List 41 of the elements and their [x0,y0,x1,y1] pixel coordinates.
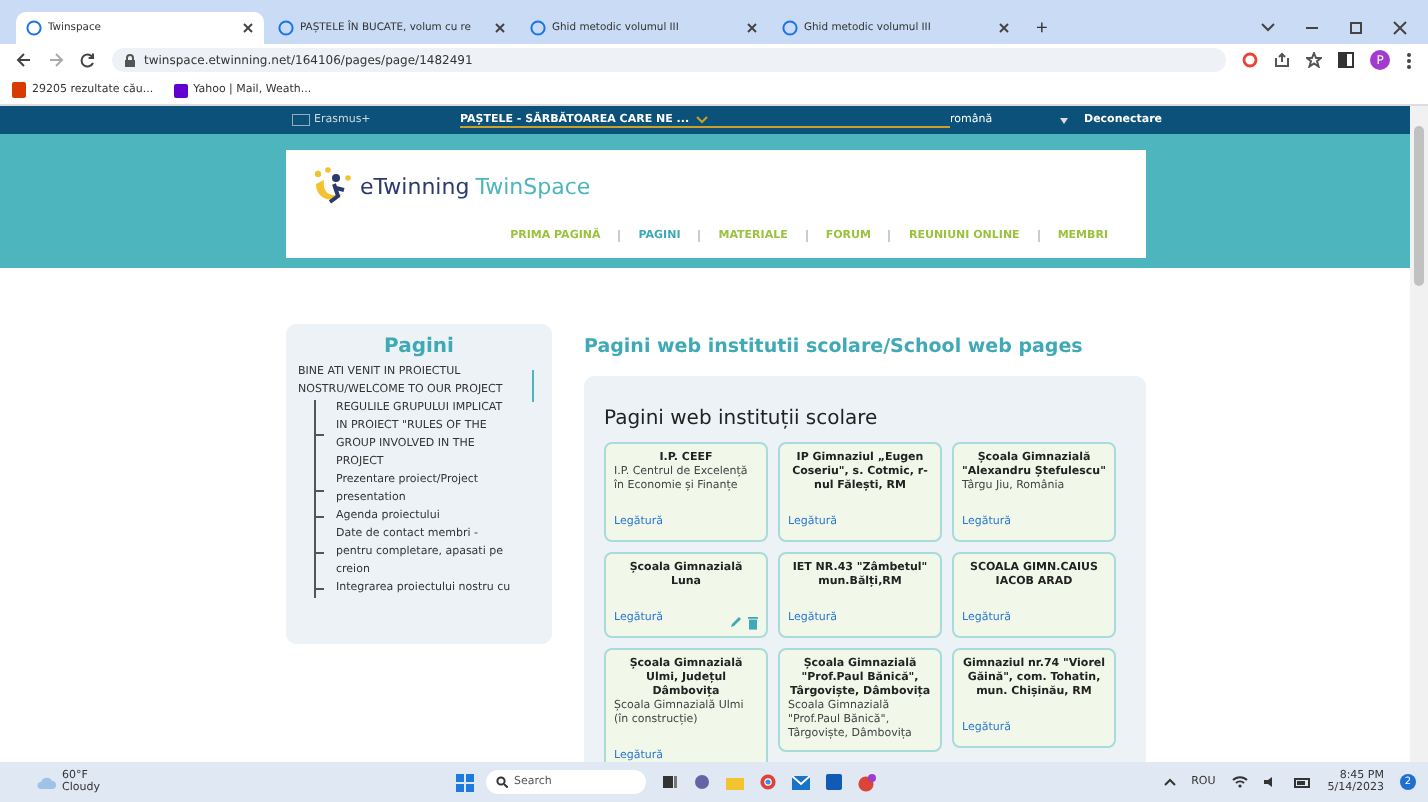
chevron-up-icon[interactable] [1163,778,1176,786]
new-tab-button[interactable]: + [1024,12,1060,44]
eu-flag-icon [292,114,310,126]
task-view-icon[interactable] [662,774,678,790]
back-icon[interactable] [16,52,32,68]
globe-icon [782,20,798,36]
chevron-down-icon[interactable] [695,115,708,123]
globe-icon [530,20,546,36]
etwinning-logo-icon[interactable] [310,166,354,206]
pencil-icon[interactable] [730,616,742,628]
reload-icon[interactable] [80,52,96,68]
close-icon[interactable] [242,22,254,34]
cloud-icon [36,775,56,789]
speaker-icon[interactable] [1263,776,1278,788]
sidebar-title: Pagini [382,336,456,358]
windows-start-icon[interactable] [456,773,474,791]
chevron-down-icon[interactable] [1260,22,1276,34]
lock-icon [124,53,136,67]
globe-icon [26,20,42,36]
chrome-icon[interactable] [760,774,776,790]
dropdown-caret-icon[interactable] [1060,117,1068,123]
battery-icon[interactable] [1293,777,1312,787]
share-icon[interactable] [1274,52,1290,68]
mail-icon[interactable] [792,775,810,789]
minimize-icon[interactable] [1304,22,1320,34]
panel-heading: Pagini web instituții scolare [604,408,880,430]
close-icon[interactable] [998,22,1010,34]
close-icon[interactable] [494,22,506,34]
more-icon[interactable] [1406,51,1412,69]
globe-icon [278,20,294,36]
wifi-icon[interactable] [1231,776,1248,788]
close-icon[interactable] [1392,20,1408,36]
page-title: Pagini web institutii scolare/School web pages [584,336,1085,358]
search-icon [496,776,508,788]
etwinning-wordmark: eTwinning [360,173,470,199]
star-icon[interactable] [1306,52,1322,68]
restore-icon[interactable] [1348,20,1364,36]
sidebar-icon[interactable] [1338,52,1354,68]
trash-icon[interactable] [748,616,758,630]
twinspace-wordmark: TwinSpace [475,173,591,199]
close-icon[interactable] [746,22,758,34]
